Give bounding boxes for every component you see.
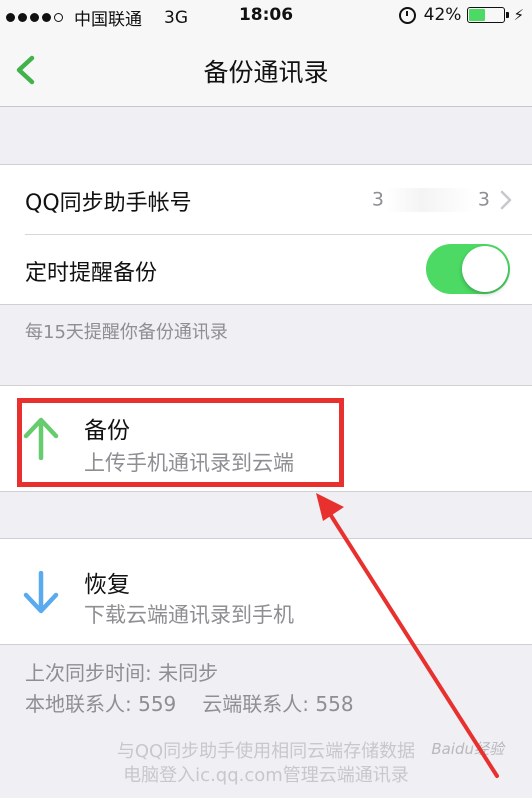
reminder-row: 定时提醒备份 (0, 235, 532, 304)
battery-cap (506, 12, 510, 18)
toggle-knob (462, 246, 508, 292)
backup-group: 备份 上传手机通讯录到云端 (0, 385, 532, 492)
reminder-label: 定时提醒备份 (25, 261, 158, 286)
cloud-contacts: 云端联系人: 558 (202, 692, 354, 716)
restore-button[interactable]: 恢复 下载云端通讯录到手机 (0, 539, 532, 644)
battery-percent: 42% (423, 5, 462, 25)
restore-title: 恢复 (84, 572, 130, 598)
navigation-bar: 备份通讯录 (0, 34, 532, 107)
account-value-start: 3 (371, 188, 384, 211)
reminder-note: 每15天提醒你备份通讯录 (25, 322, 228, 343)
account-row[interactable]: QQ同步助手帐号 33 (0, 165, 532, 234)
bottom-note-line2: 电脑登入ic.qq.com管理云端通讯录 (123, 765, 409, 786)
account-value: 33 (372, 188, 490, 212)
account-mask (385, 188, 476, 212)
settings-group: QQ同步助手帐号 33 定时提醒备份 (0, 164, 532, 305)
arrow-down-icon (23, 571, 59, 614)
alarm-clock-icon (398, 6, 416, 24)
charging-bolt-icon: ⚡ (513, 6, 524, 24)
account-label: QQ同步助手帐号 (25, 191, 192, 216)
battery-icon (467, 7, 506, 23)
watermark: Baidu经验 (431, 740, 504, 758)
last-sync-time: 上次同步时间: 未同步 (25, 661, 219, 685)
account-value-end: 3 (477, 188, 490, 211)
battery-level-fill (469, 9, 485, 21)
reminder-toggle[interactable] (426, 244, 510, 294)
restore-subtitle: 下载云端通讯录到手机 (84, 603, 294, 627)
chevron-right-icon (500, 190, 512, 210)
backup-button[interactable]: 备份 上传手机通讯录到云端 (0, 386, 532, 491)
backup-title: 备份 (84, 418, 130, 444)
status-right: 42% ⚡ (398, 5, 524, 25)
local-contacts: 本地联系人: 559 (25, 692, 177, 716)
status-bar: 中国联通 3G 18:06 42% ⚡ (0, 0, 532, 34)
page-title: 备份通讯录 (203, 58, 329, 87)
arrow-up-icon (23, 417, 59, 460)
backup-subtitle: 上传手机通讯录到云端 (84, 451, 294, 475)
restore-group: 恢复 下载云端通讯录到手机 (0, 538, 532, 645)
contact-counts: 本地联系人: 559 云端联系人: 558 (25, 688, 354, 717)
